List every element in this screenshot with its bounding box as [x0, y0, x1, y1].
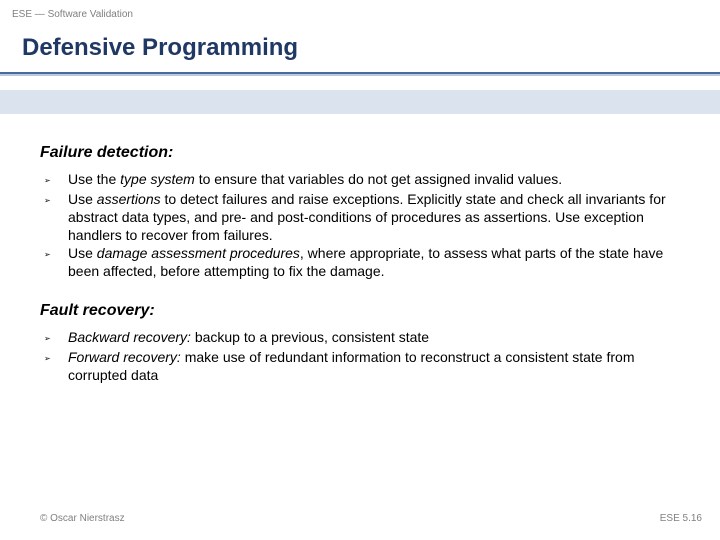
bullet-icon: ➢ — [40, 170, 68, 190]
bullet-icon: ➢ — [40, 328, 68, 348]
bullet-list-recovery: ➢ Backward recovery: backup to a previou… — [40, 328, 680, 384]
section-heading-failure: Failure detection: — [40, 144, 680, 162]
bullet-list-failure: ➢ Use the type system to ensure that var… — [40, 170, 680, 280]
bullet-icon: ➢ — [40, 244, 68, 264]
bullet-text: Use assertions to detect failures and ra… — [68, 190, 680, 244]
slide-content: Failure detection: ➢ Use the type system… — [0, 144, 720, 384]
page-number: ESE 5.16 — [660, 513, 702, 524]
list-item: ➢ Use damage assessment procedures, wher… — [40, 244, 680, 280]
list-item: ➢ Backward recovery: backup to a previou… — [40, 328, 680, 348]
header-topic: ESE — Software Validation — [0, 0, 720, 20]
bullet-icon: ➢ — [40, 348, 68, 368]
slide-title: Defensive Programming — [0, 20, 720, 72]
title-rule — [0, 72, 720, 76]
copyright: © Oscar Nierstrasz — [40, 513, 125, 524]
bullet-text: Forward recovery: make use of redundant … — [68, 348, 680, 384]
bullet-icon: ➢ — [40, 190, 68, 210]
bullet-text: Backward recovery: backup to a previous,… — [68, 328, 680, 346]
accent-band — [0, 90, 720, 114]
bullet-text: Use the type system to ensure that varia… — [68, 170, 680, 188]
list-item: ➢ Use assertions to detect failures and … — [40, 190, 680, 244]
footer: © Oscar Nierstrasz ESE 5.16 — [40, 513, 702, 524]
section-heading-recovery: Fault recovery: — [40, 302, 680, 320]
bullet-text: Use damage assessment procedures, where … — [68, 244, 680, 280]
list-item: ➢ Forward recovery: make use of redundan… — [40, 348, 680, 384]
list-item: ➢ Use the type system to ensure that var… — [40, 170, 680, 190]
